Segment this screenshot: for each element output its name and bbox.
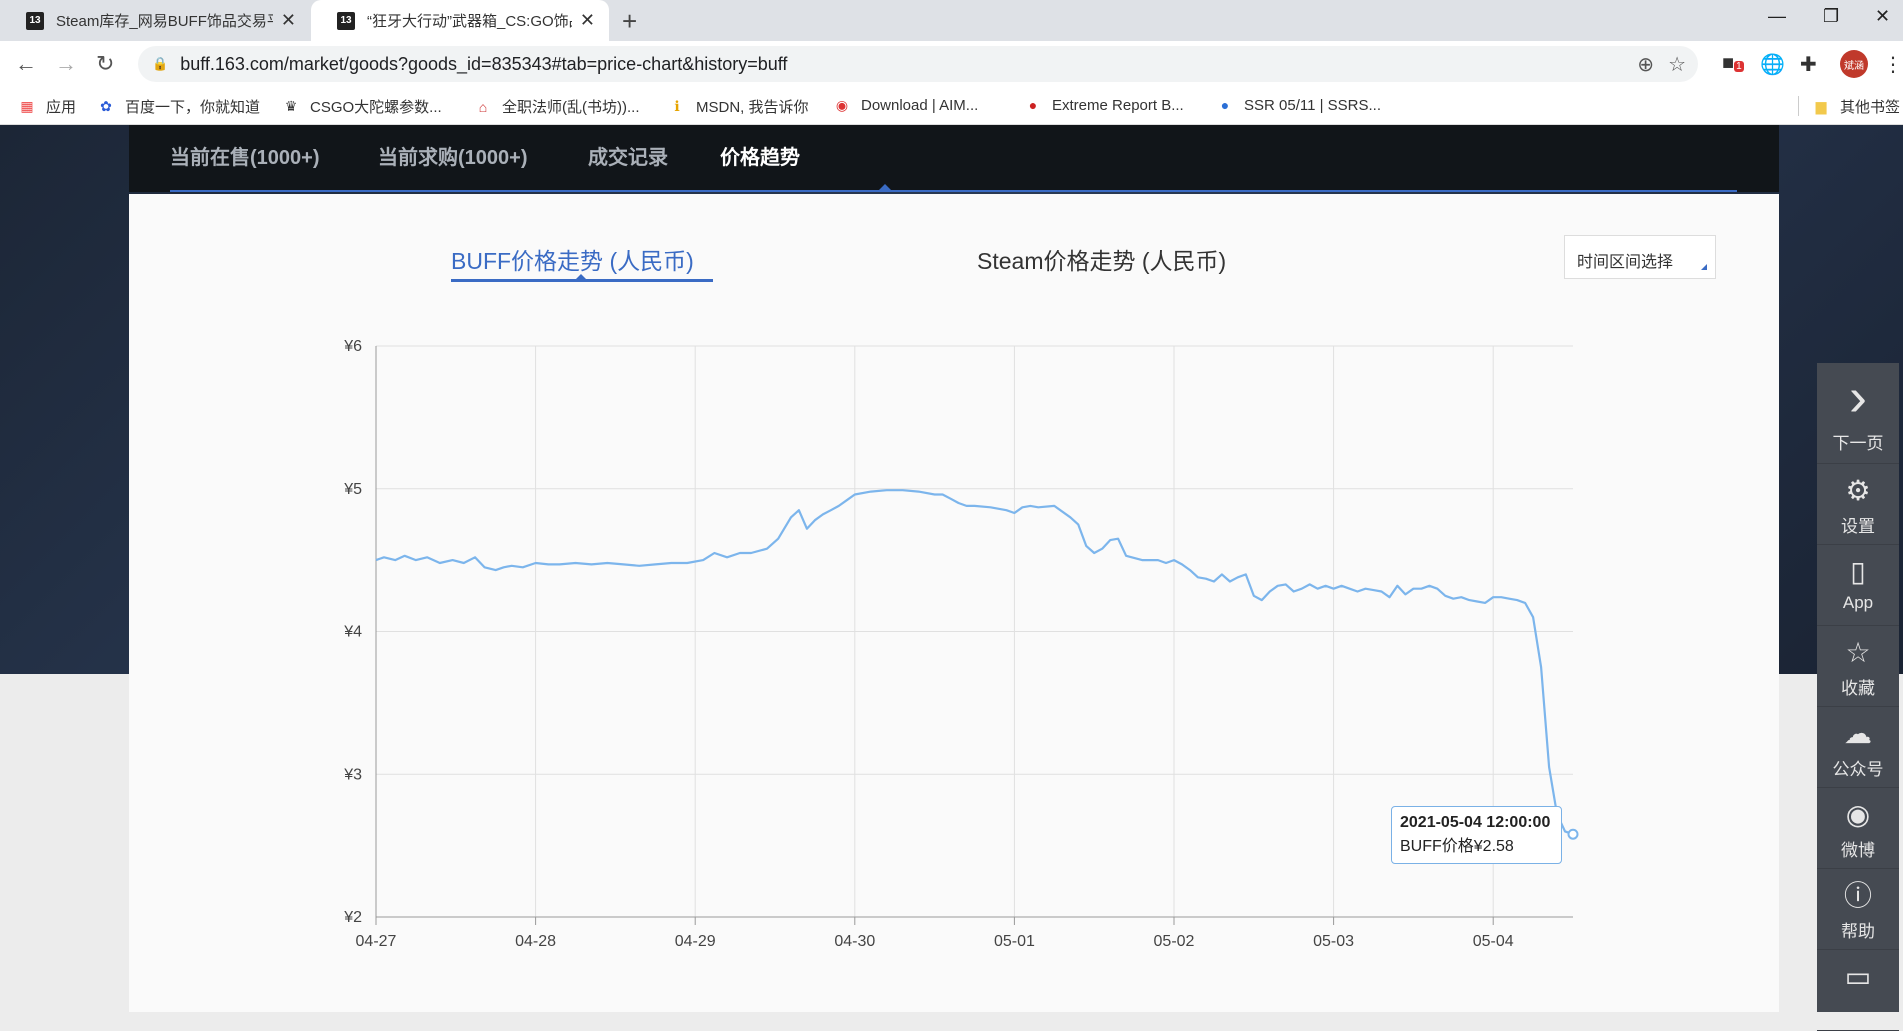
x-tick-label: 05-03 <box>1313 933 1354 950</box>
bookmark-baidu[interactable]: ✿ 百度一下，你就知道 <box>97 96 260 117</box>
apps-icon: ▦ <box>20 98 34 114</box>
bookmarks-bar: ▦ 应用 ✿ 百度一下，你就知道 ♛ CSGO大陀螺参数... ⌂ 全职法师(乱(书坊)… <box>0 88 1903 125</box>
browser-tab-steam-inventory[interactable]: 13 Steam库存_网易BUFF饰品交易平台 ✕ <box>0 0 310 41</box>
bookmark-extreme[interactable]: ● Extreme Report B... <box>1024 96 1184 114</box>
y-tick-label: ¥2 <box>343 909 362 926</box>
folder-icon: ▆ <box>1815 98 1827 114</box>
phone-icon: ▯ <box>1850 556 1866 587</box>
globe-icon: ● <box>1220 97 1230 113</box>
x-tick-label: 05-04 <box>1473 933 1514 950</box>
sidebar-feedback[interactable]: ▭ <box>1817 950 1899 1031</box>
bookmark-apps[interactable]: ▦ 应用 <box>18 96 76 117</box>
download-icon: ◉ <box>835 96 849 113</box>
price-line-chart[interactable]: ¥2 ¥3 ¥4 ¥5 ¥6 04-27 04-28 04-29 04-30 05-01 05-02… <box>0 125 1903 1012</box>
sidebar-weibo[interactable]: ◉ 微博 <box>1817 788 1899 869</box>
chart-tick-labels: ¥2 ¥3 ¥4 ¥5 ¥6 04-27 04-28 04-29 04-30 05-01 05-02… <box>343 338 1514 950</box>
x-tick-label: 04-30 <box>834 933 875 950</box>
tooltip-price: BUFF价格¥2.58 <box>1400 838 1514 855</box>
hover-point <box>1567 828 1579 840</box>
tooltip-date: 2021-05-04 12:00:00 <box>1400 814 1551 831</box>
y-tick-label: ¥6 <box>343 338 362 355</box>
x-tick-label: 04-28 <box>515 933 556 950</box>
close-icon[interactable]: ✕ <box>580 10 595 31</box>
sidebar-wechat[interactable]: ☁ 公众号 <box>1817 707 1899 788</box>
x-tick-label: 05-01 <box>994 933 1035 950</box>
avatar[interactable]: 斌涵 <box>1840 50 1868 78</box>
bookmark-ssr[interactable]: ● SSR 05/11 | SSRS... <box>1216 96 1381 114</box>
crown-icon: ♛ <box>284 98 298 114</box>
bookmark-aim[interactable]: ◉ Download | AIM... <box>833 96 978 114</box>
house-icon: ⌂ <box>478 98 488 115</box>
bookmark-other-folder[interactable]: ▆ 其他书签 <box>1812 96 1900 117</box>
weibo-icon: ◉ <box>1845 799 1871 830</box>
forward-arrow-icon[interactable]: → <box>55 51 77 77</box>
bookmark-divider <box>1798 96 1799 116</box>
new-tab-icon[interactable]: + <box>622 6 637 37</box>
bookmark-star-icon[interactable]: ☆ <box>1668 52 1686 77</box>
globe-extension-icon[interactable]: 🌐 <box>1760 52 1785 77</box>
sidebar-settings[interactable]: ⚙ 设置 <box>1817 464 1899 545</box>
sidebar-help[interactable]: ⓘ 帮助 <box>1817 869 1899 950</box>
chart-tooltip: 2021-05-04 12:00:00 BUFF价格¥2.58 <box>1391 806 1562 864</box>
zoom-icon[interactable]: ⊕ <box>1637 52 1654 77</box>
back-arrow-icon[interactable]: ← <box>15 51 37 77</box>
sidebar-next-page[interactable]: › 下一页 <box>1817 363 1899 464</box>
help-icon: ⓘ <box>1843 880 1872 911</box>
steam-icon: ● <box>1028 97 1038 113</box>
y-tick-label: ¥5 <box>343 481 362 498</box>
right-float-sidebar: › 下一页 ⚙ 设置 ▯ App ☆ 收藏 ☁ 公众号 ◉ 微博 ⓘ 帮助 ▭ <box>1817 363 1899 1031</box>
address-bar[interactable]: 🔒 buff.163.com/market/goods?goods_id=835… <box>138 46 1698 82</box>
wechat-icon: ☁ <box>1844 718 1872 749</box>
bookmark-csgo[interactable]: ♛ CSGO大陀螺参数... <box>282 96 442 117</box>
reload-icon[interactable]: ↻ <box>96 51 114 77</box>
puzzle-icon[interactable]: ✚ <box>1800 52 1817 77</box>
chevron-right-icon: › <box>1849 367 1867 427</box>
bookmark-msdn[interactable]: ℹ MSDN, 我告诉你 <box>668 96 808 117</box>
badge-count: 1 <box>1734 61 1744 72</box>
y-tick-label: ¥3 <box>343 766 362 783</box>
sidebar-favorite[interactable]: ☆ 收藏 <box>1817 626 1899 707</box>
browser-tab-strip: 13 Steam库存_网易BUFF饰品交易平台 ✕ 13 “狂牙大行动”武器箱_… <box>0 0 1903 41</box>
window-close-icon[interactable]: ✕ <box>1875 6 1890 27</box>
browser-tab-weapon-case[interactable]: 13 “狂牙大行动”武器箱_CS:GO饰品交易 ✕ <box>311 0 609 41</box>
extension-badge-icon[interactable]: ■ 1 <box>1722 52 1744 75</box>
x-tick-label: 04-27 <box>356 933 397 950</box>
star-icon: ☆ <box>1845 637 1871 668</box>
y-tick-label: ¥4 <box>343 624 362 641</box>
comment-icon: ▭ <box>1844 961 1872 992</box>
baidu-icon: ✿ <box>100 98 112 114</box>
close-icon[interactable]: ✕ <box>281 10 296 31</box>
menu-dots-icon[interactable]: ⋮ <box>1883 52 1903 77</box>
bookmark-novel[interactable]: ⌂ 全职法师(乱(书坊))... <box>474 96 640 117</box>
url-text: buff.163.com/market/goods?goods_id=83534… <box>180 53 788 74</box>
x-tick-label: 04-29 <box>675 933 716 950</box>
gear-icon: ⚙ <box>1845 475 1871 506</box>
x-tick-label: 05-02 <box>1154 933 1195 950</box>
page-content: 当前在售(1000+) 当前求购(1000+) 成交记录 价格趋势 BUFF价格… <box>0 125 1903 1012</box>
buff-favicon-icon: 13 <box>337 11 355 30</box>
msdn-icon: ℹ <box>674 98 680 114</box>
minimize-icon[interactable]: — <box>1768 6 1786 27</box>
lock-icon: 🔒 <box>152 56 169 71</box>
sidebar-app[interactable]: ▯ App <box>1817 545 1899 626</box>
browser-toolbar: ← → ↻ 🔒 buff.163.com/market/goods?goods_… <box>0 41 1903 88</box>
buff-favicon-icon: 13 <box>26 11 44 30</box>
buff-price-series-line <box>375 489 1574 836</box>
tab-title: Steam库存_网易BUFF饰品交易平台 <box>56 13 273 30</box>
tab-title: “狂牙大行动”武器箱_CS:GO饰品交易 <box>367 13 572 30</box>
maximize-icon[interactable]: ❐ <box>1823 6 1839 27</box>
